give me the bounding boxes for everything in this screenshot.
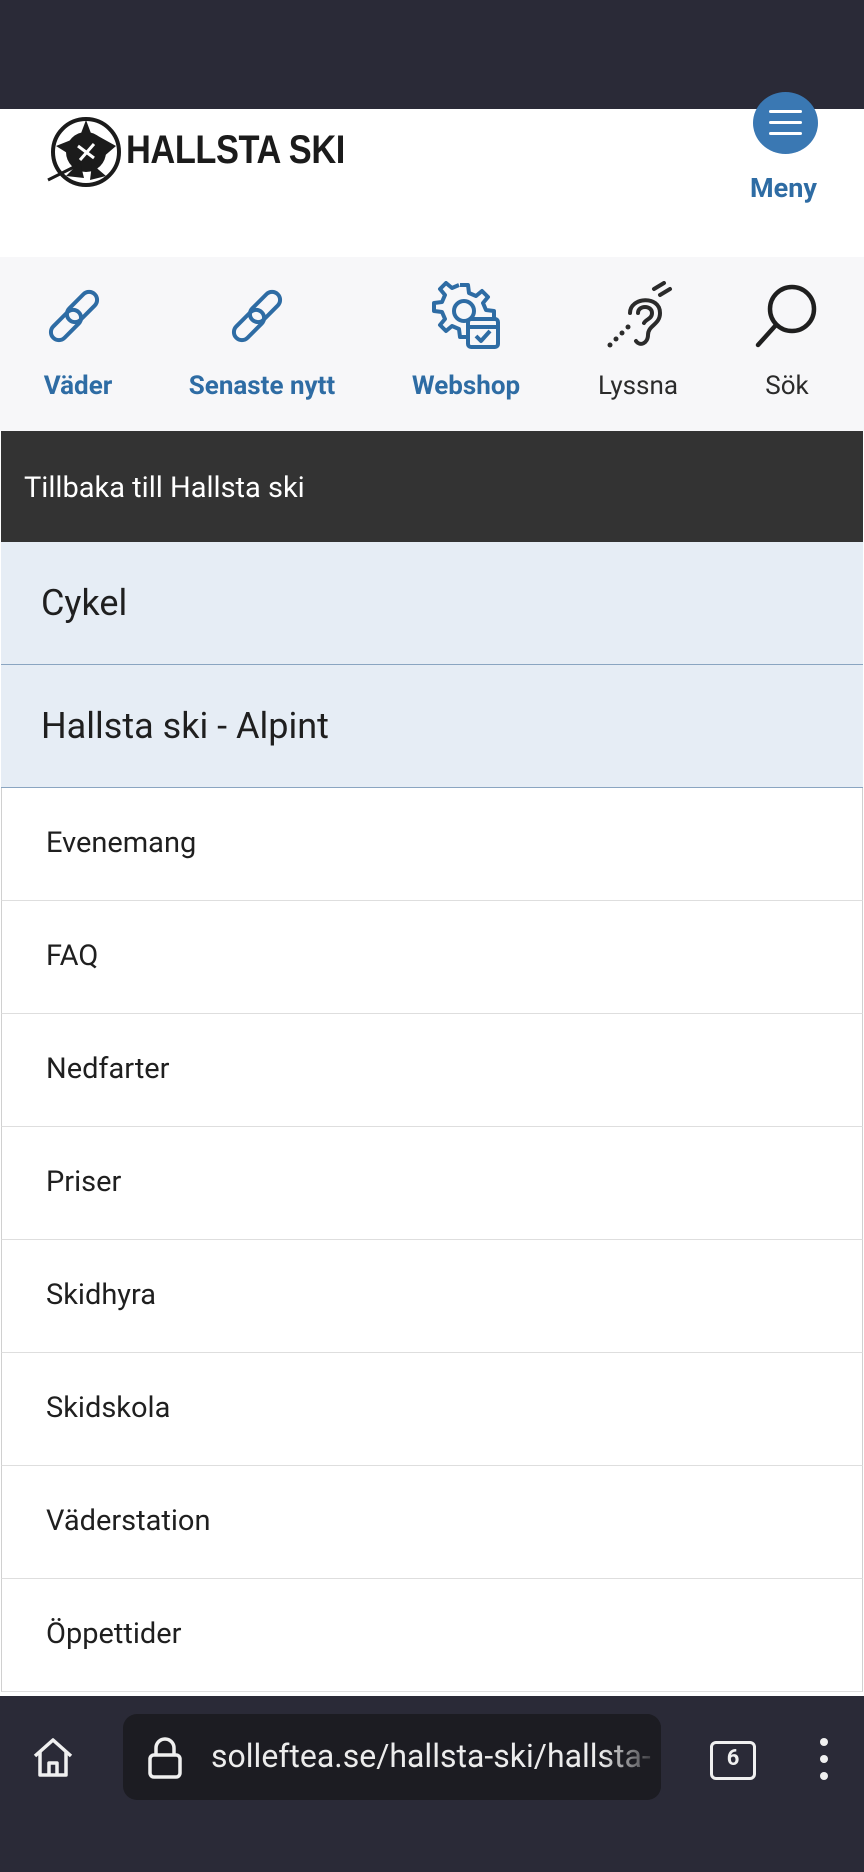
nav-item-priser[interactable]: Priser — [1, 1127, 863, 1240]
category-label: Hallsta ski - Alpint — [41, 705, 329, 747]
hamburger-icon — [769, 110, 802, 113]
back-to-hallsta-ski-link[interactable]: Tillbaka till Hallsta ski — [1, 431, 863, 542]
nav-item-skidhyra[interactable]: Skidhyra — [1, 1240, 863, 1353]
nav-item-label: Väderstation — [46, 1504, 211, 1538]
status-bar — [0, 0, 864, 109]
nav-item-vaderstation[interactable]: Väderstation — [1, 1466, 863, 1579]
category-label: Cykel — [41, 582, 128, 624]
gear-calendar-icon — [432, 281, 500, 349]
home-icon[interactable] — [30, 1734, 76, 1780]
lock-icon — [148, 1737, 182, 1779]
nav-item-label: Skidskola — [46, 1391, 171, 1425]
menu-label[interactable]: Meny — [750, 172, 817, 204]
quick-link-senaste-nytt[interactable]: Senaste nytt — [182, 257, 342, 431]
more-options-icon[interactable] — [812, 1736, 836, 1782]
ear-icon — [607, 281, 672, 348]
nav-item-label: Priser — [46, 1165, 122, 1199]
nav-item-label: Nedfarter — [46, 1052, 170, 1086]
nav-category-hallsta-ski-alpint[interactable]: Hallsta ski - Alpint — [1, 665, 863, 788]
quick-link-label: Lyssna — [598, 371, 678, 401]
nav-item-oppettider[interactable]: Öppettider — [1, 1579, 863, 1692]
link-icon — [48, 289, 100, 343]
quick-link-sok[interactable]: Sök — [740, 257, 834, 431]
nav-item-label: Skidhyra — [46, 1278, 157, 1312]
tabs-button[interactable]: 6 — [710, 1741, 756, 1780]
tab-count: 6 — [726, 1746, 740, 1771]
quick-link-label: Sök — [765, 371, 809, 401]
nav-item-label: Öppettider — [46, 1617, 182, 1651]
menu-button[interactable] — [753, 92, 818, 154]
nav-item-label: FAQ — [46, 939, 99, 973]
nav-item-faq[interactable]: FAQ — [1, 901, 863, 1014]
url-text: solleftea.se/hallsta-ski/hallsta- — [211, 1737, 651, 1775]
quick-link-label: Senaste nytt — [188, 371, 336, 401]
url-bar[interactable]: solleftea.se/hallsta-ski/hallsta- — [123, 1714, 661, 1800]
nav-item-skidskola[interactable]: Skidskola — [1, 1353, 863, 1466]
quick-link-lyssna[interactable]: Lyssna — [586, 257, 690, 431]
quick-link-label: Väder — [43, 371, 113, 401]
search-icon — [755, 284, 817, 348]
quick-links-bar: Väder Senaste nytt Webshop Lyssna Sök — [0, 257, 864, 431]
back-link-label: Tillbaka till Hallsta ski — [24, 471, 305, 505]
logo-text: HALLSTA SKI — [126, 128, 345, 172]
quick-link-vader[interactable]: Väder — [22, 257, 134, 431]
nav-category-cykel[interactable]: Cykel — [1, 542, 863, 665]
nav-item-evenemang[interactable]: Evenemang — [1, 788, 863, 901]
quick-link-label: Webshop — [411, 371, 521, 401]
quick-link-webshop[interactable]: Webshop — [404, 257, 528, 431]
link-icon — [231, 289, 283, 343]
skier-emblem-icon — [47, 117, 121, 187]
nav-item-label: Evenemang — [46, 826, 197, 860]
nav-item-nedfarter[interactable]: Nedfarter — [1, 1014, 863, 1127]
